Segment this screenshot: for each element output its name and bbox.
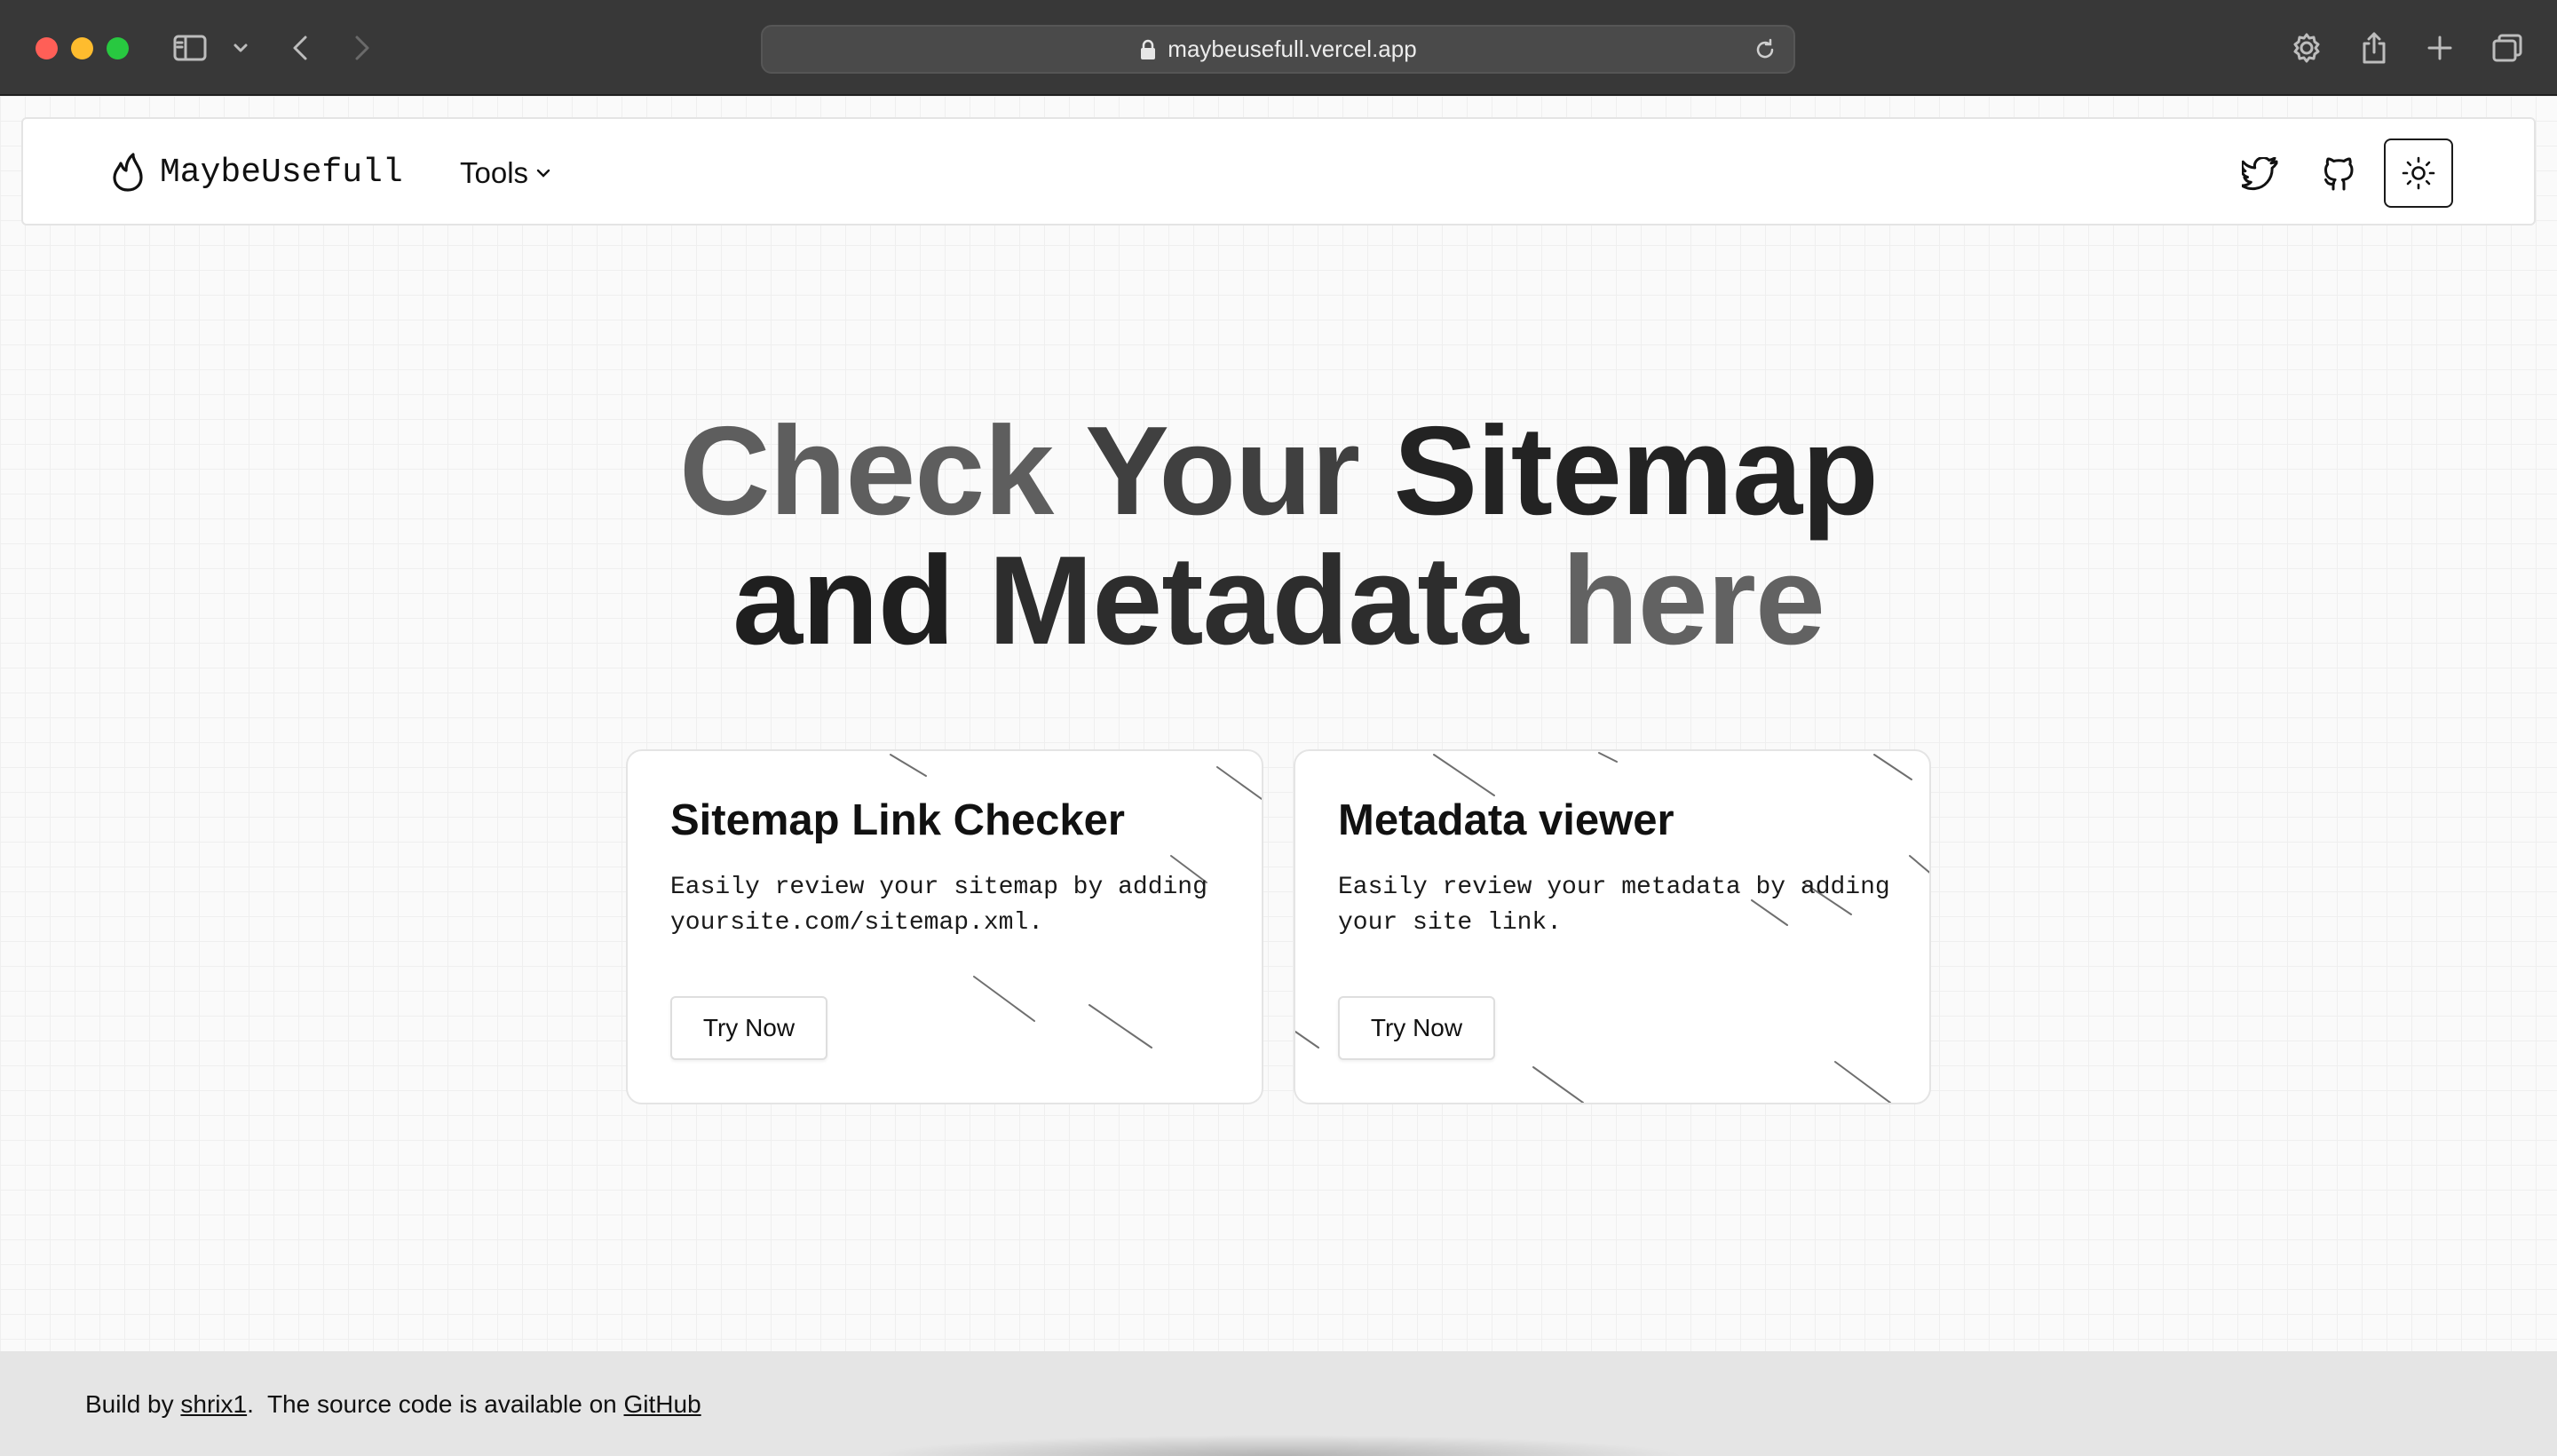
twitter-link[interactable] <box>2234 147 2287 201</box>
hero-word: Metadata <box>988 530 1528 671</box>
address-bar[interactable]: maybeusefull.vercel.app <box>761 25 1795 74</box>
card-title: Sitemap Link Checker <box>670 796 1125 844</box>
minimize-window-button[interactable] <box>71 37 93 59</box>
hero-line-2: and Metadata here <box>0 536 2557 666</box>
footer-glow <box>870 1435 1687 1456</box>
tabs-icon <box>2492 34 2522 62</box>
back-button[interactable] <box>284 27 316 69</box>
hero-heading: Check Your Sitemap and Metadata here <box>0 407 2557 666</box>
footer-prefix: Build by <box>85 1390 181 1418</box>
hero-line-1: Check Your Sitemap <box>0 407 2557 536</box>
chevron-right-icon <box>355 36 369 60</box>
sun-icon <box>2402 156 2435 190</box>
chevron-left-icon <box>293 36 307 60</box>
author-link[interactable]: shrix1 <box>180 1390 247 1419</box>
chevron-down-icon <box>536 169 550 178</box>
sitemap-checker-card: Sitemap Link Checker Easily review your … <box>626 749 1263 1104</box>
hero-word: Check <box>679 400 1054 542</box>
card-description: Easily review your metadata by adding yo… <box>1338 874 1890 937</box>
new-tab-button[interactable] <box>2424 27 2456 69</box>
gear-icon <box>2293 33 2320 63</box>
try-now-button[interactable]: Try Now <box>1338 996 1495 1060</box>
brand-name: MaybeUsefull <box>160 153 403 192</box>
site-footer: Build by shrix1 . The source code is ava… <box>0 1351 2557 1456</box>
forward-button[interactable] <box>346 27 378 69</box>
card-title: Metadata viewer <box>1338 796 1674 844</box>
extensions-button[interactable] <box>2289 27 2324 69</box>
lock-icon <box>1139 39 1157 60</box>
github-source-link[interactable]: GitHub <box>624 1390 701 1419</box>
footer-credit: Build by shrix1 . The source code is ava… <box>85 1390 701 1419</box>
card-description: Easily review your sitemap by adding you… <box>670 874 1207 937</box>
brand-link[interactable]: MaybeUsefull <box>110 146 403 199</box>
hero-word: and <box>732 530 954 671</box>
reload-icon[interactable] <box>1753 37 1777 62</box>
hero-word: Sitemap <box>1393 400 1879 542</box>
url-text: maybeusefull.vercel.app <box>1168 36 1417 62</box>
sidebar-icon <box>173 35 207 61</box>
zoom-window-button[interactable] <box>107 37 129 59</box>
github-link[interactable] <box>2312 147 2365 201</box>
sidebar-toggle-button[interactable] <box>170 27 210 69</box>
github-icon <box>2324 157 2354 191</box>
browser-toolbar: maybeusefull.vercel.app <box>0 0 2557 96</box>
chevron-down-icon <box>234 44 248 52</box>
close-window-button[interactable] <box>36 37 58 59</box>
try-now-button[interactable]: Try Now <box>670 996 827 1060</box>
tab-overview-button[interactable] <box>2490 27 2525 69</box>
hero-word: Your <box>1085 400 1360 542</box>
tools-menu[interactable]: Tools <box>460 149 551 197</box>
plus-icon <box>2427 36 2452 60</box>
site-navbar: MaybeUsefull Tools <box>21 117 2536 226</box>
twitter-icon <box>2242 157 2278 191</box>
share-icon <box>2363 32 2386 64</box>
tools-label: Tools <box>460 156 529 189</box>
theme-toggle-button[interactable] <box>2384 138 2453 208</box>
sidebar-menu-button[interactable] <box>229 27 252 69</box>
hero-word: here <box>1561 530 1825 671</box>
flame-icon <box>113 153 143 192</box>
share-button[interactable] <box>2356 27 2392 69</box>
page-content: MaybeUsefull Tools Check Your Sitemap an… <box>0 96 2557 1351</box>
footer-middle: . The source code is available on <box>247 1390 624 1418</box>
metadata-viewer-card: Metadata viewer Easily review your metad… <box>1294 749 1931 1104</box>
